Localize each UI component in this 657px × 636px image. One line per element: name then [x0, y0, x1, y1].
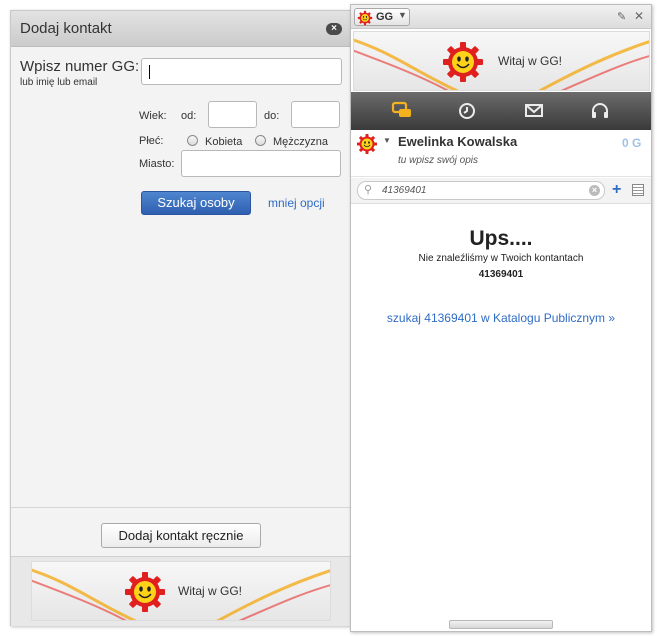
add-contact-titlebar: Dodaj kontakt ×: [11, 11, 350, 47]
contact-search-input[interactable]: ⚲ 41369401 ×: [357, 181, 605, 200]
gg-titlebar: GG ▼ ✎ ✕: [351, 5, 651, 29]
chevron-down-icon: ▼: [398, 10, 407, 20]
gg-number-input[interactable]: [141, 58, 342, 85]
gg-main-window: GG ▼ ✎ ✕ Witaj w GG! ▼ Ewelinka Kowalska…: [350, 4, 652, 632]
add-contact-window: Dodaj kontakt × Wpisz numer GG: lub imię…: [10, 10, 351, 626]
pin-icon[interactable]: ✎: [617, 10, 626, 23]
banner-text: Witaj w GG!: [498, 54, 563, 68]
gender-label: Płeć:: [139, 135, 164, 147]
clock-icon[interactable]: [456, 100, 478, 122]
welcome-banner: Witaj w GG!: [353, 31, 650, 91]
headphones-icon[interactable]: [589, 100, 611, 122]
age-from-label: od:: [181, 110, 197, 122]
city-label: Miasto:: [139, 158, 175, 170]
welcome-banner: Witaj w GG!: [31, 561, 331, 621]
divider: [11, 507, 350, 508]
add-contact-manually-button[interactable]: Dodaj kontakt ręcznie: [101, 523, 261, 548]
main-toolbar: [351, 92, 651, 130]
status-sun-icon[interactable]: [356, 133, 378, 155]
gg-menu-label: GG: [376, 11, 394, 23]
age-label: Wiek:: [139, 110, 167, 122]
no-results-title: Ups....: [469, 227, 533, 250]
banner-text: Witaj w GG!: [178, 584, 243, 598]
resize-handle[interactable]: [449, 620, 553, 629]
mail-icon[interactable]: [523, 100, 545, 122]
chat-icon[interactable]: [391, 100, 413, 122]
gender-male-radio[interactable]: [255, 135, 266, 146]
close-icon[interactable]: ×: [326, 23, 342, 35]
gg-sun-icon: [357, 10, 373, 26]
gg-number-label: Wpisz numer GG:: [20, 58, 140, 75]
gg-sun-logo-icon: [442, 41, 484, 83]
status-dropdown-icon[interactable]: ▼: [383, 136, 391, 145]
close-icon[interactable]: ✕: [634, 9, 644, 23]
profile-name: Ewelinka Kowalska: [398, 134, 518, 149]
search-value: 41369401: [382, 185, 427, 196]
gender-female-label: Kobieta: [205, 136, 243, 148]
clear-search-icon[interactable]: ×: [589, 185, 600, 196]
profile-row: ▼ Ewelinka Kowalska tu wpisz swój opis 0…: [351, 131, 651, 177]
contact-list-icon[interactable]: [632, 184, 644, 196]
gg-number-hint: lub imię lub email: [20, 77, 98, 88]
gender-male-label: Mężczyzna: [273, 136, 329, 148]
gg-sun-logo-icon: [124, 571, 166, 613]
city-input[interactable]: [181, 150, 341, 177]
age-from-input[interactable]: [208, 101, 257, 128]
no-results-message: Nie znaleźliśmy w Twoich kontantach: [418, 253, 584, 264]
gg-points-badge: 0 G: [622, 136, 642, 150]
search-person-button[interactable]: Szukaj osoby: [141, 191, 251, 215]
gender-female-radio[interactable]: [187, 135, 198, 146]
search-icon: ⚲: [364, 184, 373, 196]
profile-description[interactable]: tu wpisz swój opis: [398, 155, 478, 166]
search-public-catalog-link[interactable]: szukaj 41369401 w Katalogu Publicznym »: [351, 311, 651, 325]
text-caret: [149, 65, 150, 79]
footer-banner-area: Witaj w GG!: [11, 556, 350, 626]
age-to-input[interactable]: [291, 101, 340, 128]
searched-number: 41369401: [478, 269, 524, 280]
less-options-link[interactable]: mniej opcji: [268, 196, 325, 210]
age-to-label: do:: [264, 110, 280, 122]
add-contact-title: Dodaj kontakt: [20, 20, 112, 37]
add-contact-icon[interactable]: +: [612, 181, 621, 199]
gg-menu-button[interactable]: GG ▼: [354, 8, 410, 26]
contact-search-bar: ⚲ 41369401 × +: [351, 178, 651, 204]
